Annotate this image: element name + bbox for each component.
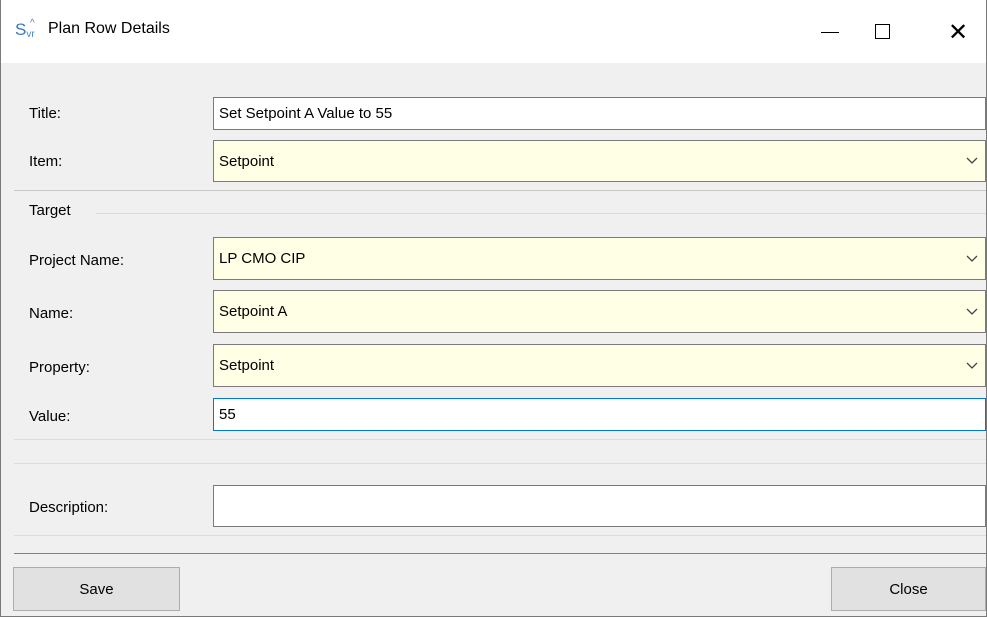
minimize-icon bbox=[821, 32, 839, 33]
name-dropdown-value: Setpoint A bbox=[219, 303, 288, 320]
section-divider bbox=[14, 439, 986, 440]
item-dropdown[interactable]: Setpoint bbox=[213, 140, 986, 182]
section-divider bbox=[14, 190, 986, 191]
item-label: Item: bbox=[29, 153, 63, 170]
value-input-value: 55 bbox=[219, 406, 236, 423]
name-label: Name: bbox=[29, 305, 74, 322]
name-dropdown[interactable]: Setpoint A bbox=[213, 290, 986, 333]
chevron-down-icon[interactable] bbox=[966, 360, 978, 372]
footer-divider bbox=[14, 553, 986, 554]
section-divider bbox=[14, 535, 986, 536]
chevron-down-icon[interactable] bbox=[966, 155, 978, 167]
description-input[interactable] bbox=[213, 485, 986, 527]
title-bar[interactable]: Svr ^ Plan Row Details ✕ bbox=[1, 0, 986, 63]
description-label: Description: bbox=[29, 499, 109, 516]
title-label: Title: bbox=[29, 105, 61, 122]
title-input-value: Set Setpoint A Value to 55 bbox=[219, 105, 393, 122]
save-button[interactable]: Save bbox=[13, 567, 180, 611]
target-group-label: Target bbox=[29, 202, 77, 219]
window-title: Plan Row Details bbox=[48, 20, 170, 37]
property-dropdown-value: Setpoint bbox=[219, 357, 275, 374]
project-name-dropdown[interactable]: LP CMO CIP bbox=[213, 237, 986, 280]
chevron-down-icon[interactable] bbox=[966, 253, 978, 265]
project-name-label: Project Name: bbox=[29, 252, 125, 269]
maximize-icon bbox=[874, 24, 890, 39]
close-button[interactable]: Close bbox=[831, 567, 986, 611]
value-input[interactable]: 55 bbox=[213, 398, 986, 431]
item-dropdown-value: Setpoint bbox=[219, 152, 275, 170]
maximize-button[interactable] bbox=[859, 0, 905, 63]
property-dropdown[interactable]: Setpoint bbox=[213, 344, 986, 387]
app-logo-icon: Svr ^ bbox=[15, 18, 35, 40]
target-group-line bbox=[96, 213, 986, 214]
title-input[interactable]: Set Setpoint A Value to 55 bbox=[213, 97, 986, 130]
section-divider bbox=[14, 463, 986, 464]
plan-row-details-window: Svr ^ Plan Row Details ✕ Title: Set Setpo… bbox=[0, 0, 987, 617]
minimize-button[interactable] bbox=[807, 0, 853, 63]
project-name-dropdown-value: LP CMO CIP bbox=[219, 250, 306, 267]
chevron-down-icon[interactable] bbox=[966, 306, 978, 318]
value-label: Value: bbox=[29, 408, 71, 425]
property-label: Property: bbox=[29, 359, 90, 376]
window-close-button[interactable]: ✕ bbox=[935, 0, 981, 63]
close-icon: ✕ bbox=[947, 17, 969, 46]
